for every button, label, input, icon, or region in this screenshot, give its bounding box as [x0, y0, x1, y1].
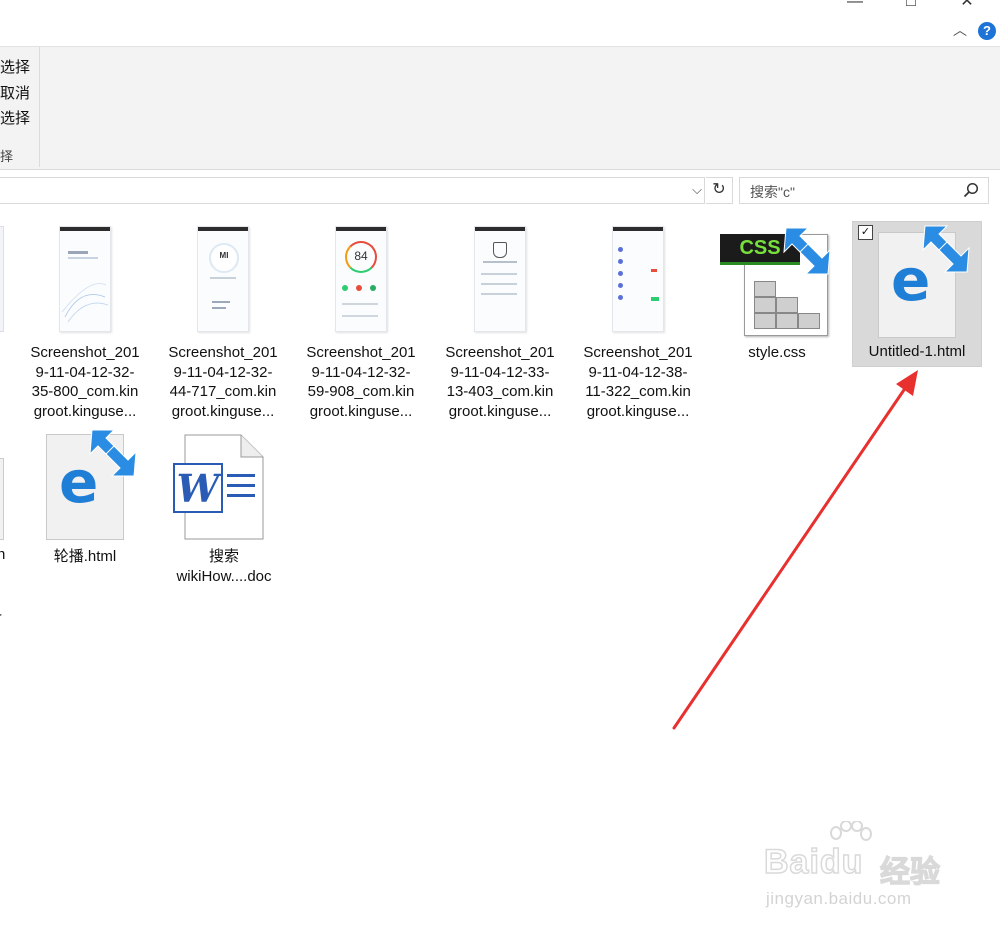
file-name: Screenshot_201 9-11-04-12-32- 59-908_com… — [306, 344, 416, 420]
address-bar[interactable] — [0, 177, 705, 204]
clipped-thumbnail — [0, 458, 4, 540]
help-icon[interactable]: ? — [978, 22, 996, 40]
image-thumbnail — [474, 226, 526, 332]
shortcut-arrows-icon — [783, 227, 831, 275]
image-thumbnail — [59, 226, 111, 332]
search-icon[interactable] — [962, 181, 980, 199]
annotation-arrow — [672, 370, 918, 730]
file-name: Screenshot_201 9-11-04-12-33- 13-403_com… — [445, 344, 555, 420]
watermark-url: jingyan.baidu.com — [766, 889, 912, 908]
address-dropdown-icon[interactable]: ⌵ — [688, 181, 706, 199]
select-all-button[interactable]: 选择 — [0, 56, 30, 77]
watermark-cn: 经验 — [879, 855, 940, 889]
clipped-label: n — [0, 546, 6, 563]
search-input[interactable]: 搜索"c" — [739, 177, 989, 204]
watermark-brand: Baidu — [763, 842, 864, 882]
maximize-button[interactable]: □ — [888, 0, 934, 12]
select-none-button[interactable]: 取消 — [0, 82, 30, 103]
shortcut-arrows-icon — [89, 429, 137, 477]
file-name: Untitled-1.html — [868, 343, 966, 360]
shortcut-arrows-icon — [922, 225, 970, 273]
invert-selection-button[interactable]: 选择 — [0, 107, 30, 128]
ribbon-select-group: 选择 取消 选择 择 — [0, 47, 40, 167]
image-thumbnail — [612, 226, 664, 332]
watermark: Baidu 经验 jingyan.baidu.com — [762, 821, 962, 915]
image-thumbnail: MI — [197, 226, 249, 332]
clipped-thumbnail — [0, 226, 4, 332]
chevron-up-icon[interactable]: ︿ — [952, 22, 968, 38]
close-button[interactable]: ✕ — [944, 0, 990, 12]
file-name: Screenshot_201 9-11-04-12-32- 44-717_com… — [168, 344, 278, 420]
refresh-icon[interactable]: ↻ — [706, 177, 733, 204]
svg-text:W: W — [177, 466, 223, 511]
ribbon: 选择 取消 选择 择 — [0, 46, 1000, 170]
image-thumbnail: 84 — [335, 226, 387, 332]
file-name: Screenshot_201 9-11-04-12-32- 35-800_com… — [30, 344, 140, 420]
minimize-button[interactable]: — — [832, 0, 878, 12]
ribbon-group-label: 择 — [0, 149, 14, 164]
clipped-label: - — [0, 606, 2, 623]
file-item-selected[interactable]: ✓ e Untitled-1.html — [852, 221, 982, 367]
word-document-icon: W — [173, 434, 264, 540]
search-placeholder: 搜索"c" — [750, 184, 795, 200]
checkbox-icon[interactable]: ✓ — [858, 225, 873, 240]
file-name: 轮播.html — [53, 548, 117, 565]
title-bar: — □ ✕ ︿ ? — [0, 0, 1000, 46]
file-name: 搜索 wikiHow....doc — [176, 548, 272, 585]
